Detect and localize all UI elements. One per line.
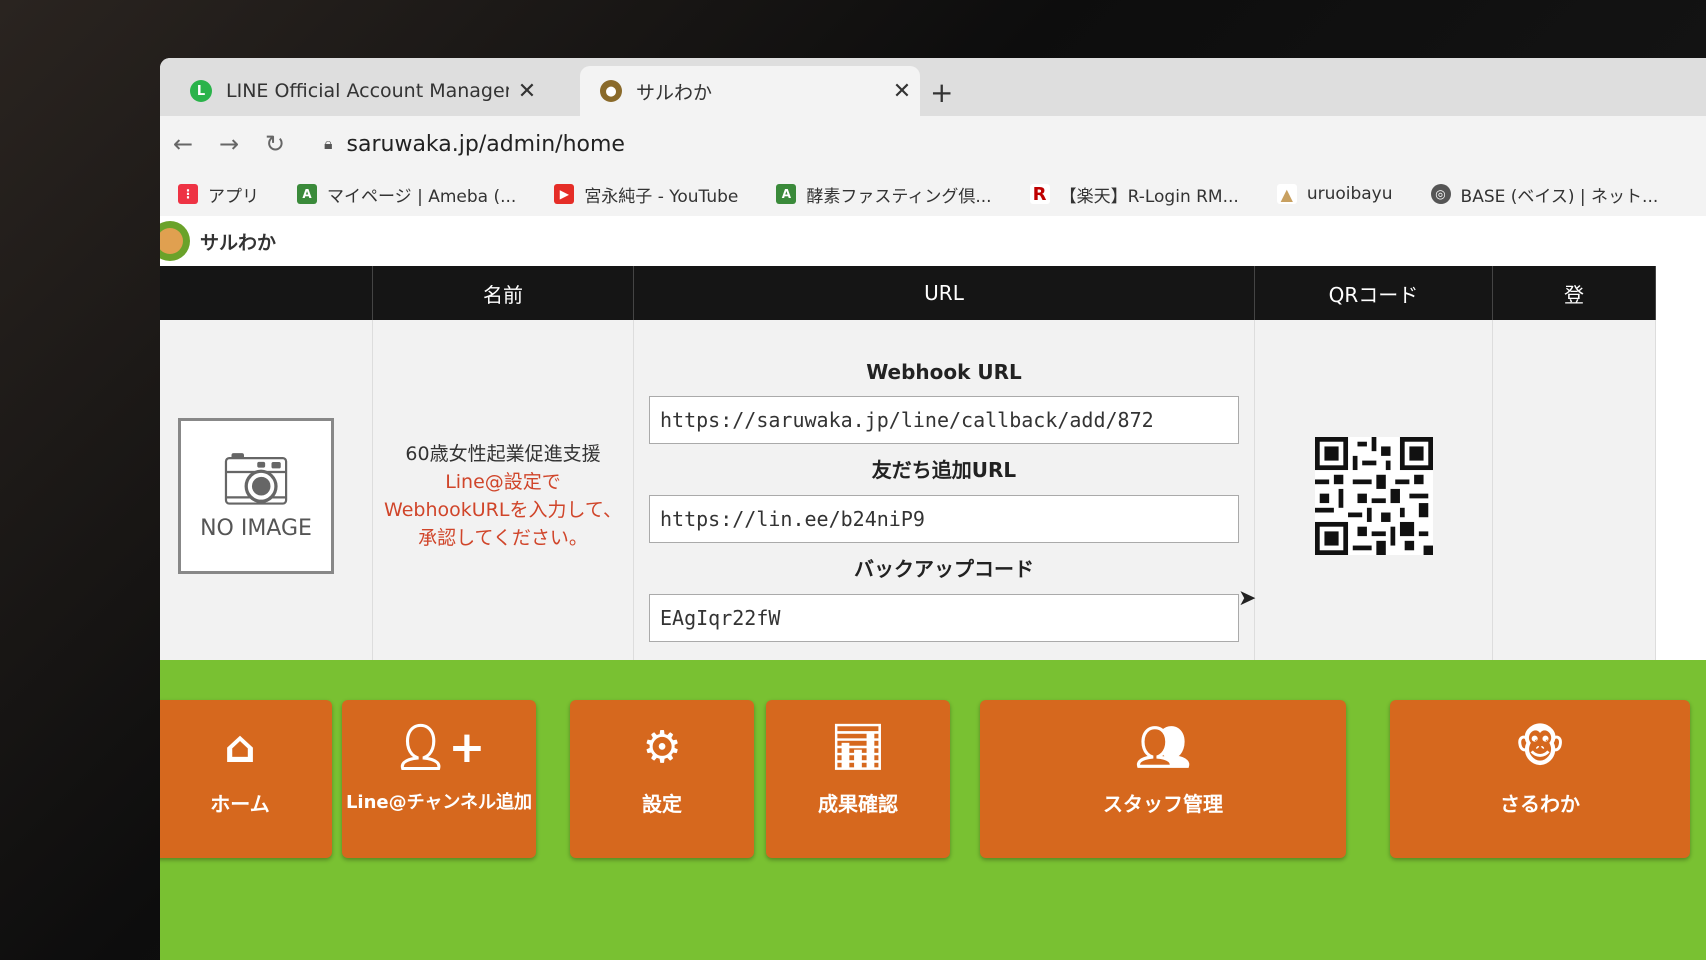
address-bar[interactable]: 🔒︎ saruwaka.jp/admin/home (310, 124, 1538, 164)
header-image (160, 266, 373, 320)
bookmark-apps[interactable]: ⋮ アプリ (178, 182, 259, 207)
home-icon: ⌂ (224, 722, 256, 773)
bookmark-base[interactable]: ◎ BASE (ベイス) | ネット... (1430, 182, 1659, 207)
bookmark-label: uruoibayu (1306, 184, 1393, 204)
tent-icon: ▲ (1276, 184, 1297, 204)
qr-cell (1254, 320, 1493, 672)
friend-url-field[interactable] (649, 495, 1239, 543)
monkey-logo-icon[interactable] (160, 221, 190, 261)
staff-icon: 👥︎ (1135, 722, 1191, 773)
browser-toolbar: ← → ↻ 🔒︎ saruwaka.jp/admin/home (160, 116, 1706, 172)
settings-button-label: 設定 (642, 792, 682, 816)
settings-button[interactable]: ⚙ 設定 (570, 700, 754, 858)
bookmarks-bar: ⋮ アプリ A マイページ | Ameba (... ▶ 宮永純子 - YouT… (160, 172, 1706, 217)
url-cell: Webhook URL 友だち追加URL バックアップコード (633, 320, 1255, 672)
webhook-url-field[interactable] (649, 396, 1239, 444)
bookmark-label: 酵素ファスティング倶... (806, 186, 992, 207)
account-table: 名前 URL QRコード 登 📷︎ NO IMAGE 60歳女性起業促進支援 L… (160, 266, 1656, 672)
image-cell: 📷︎ NO IMAGE (160, 320, 373, 672)
no-image-placeholder: 📷︎ NO IMAGE (178, 418, 334, 574)
gear-icon: ⚙ (642, 722, 682, 773)
tab-line-manager[interactable]: L LINE Official Account Manager ✕ (170, 66, 545, 116)
results-button-label: 成果確認 (818, 792, 898, 816)
new-tab-button[interactable]: + (930, 76, 953, 109)
saruwaka-button[interactable]: 🐵︎ さるわか (1390, 700, 1690, 858)
bookmark-label: BASE (ベイス) | ネット... (1460, 186, 1659, 207)
tab-title: LINE Official Account Manager (226, 80, 509, 102)
mouse-cursor-icon: ➤ (1238, 586, 1257, 611)
bookmark-uruoibayu[interactable]: ▲ uruoibayu (1276, 184, 1393, 204)
site-header: サルわか (160, 216, 1706, 266)
url-text: saruwaka.jp/admin/home (346, 131, 625, 157)
webhook-url-label: Webhook URL (866, 360, 1022, 384)
table-header-row: 名前 URL QRコード 登 (160, 266, 1656, 320)
reload-icon[interactable]: ↻ (252, 130, 298, 158)
close-tab-icon[interactable]: ✕ (884, 79, 920, 104)
bookmark-rakuten[interactable]: R 【楽天】R-Login RM... (1029, 182, 1239, 207)
browser-window: L LINE Official Account Manager ✕ ● サルわか… (160, 58, 1706, 960)
lock-icon: 🔒︎ (324, 134, 333, 153)
youtube-icon: ▶ (554, 184, 575, 204)
backup-code-field[interactable] (649, 594, 1239, 642)
home-button-label: ホーム (210, 792, 270, 816)
presentation-icon: 📊︎ (830, 722, 886, 773)
backup-code-label: バックアップコード (854, 557, 1034, 581)
forward-icon[interactable]: → (206, 130, 252, 158)
rakuten-icon: R (1029, 184, 1050, 205)
action-bar: ⌂ ホーム 👤︎+ Line@チャンネル追加 ⚙ 設定 📊︎ 成果確認 👥︎ ス… (160, 660, 1706, 960)
apps-grid-icon: ⋮ (178, 184, 198, 204)
bookmark-label: マイページ | Ameba (... (327, 186, 517, 207)
bookmark-fasting[interactable]: A 酵素ファスティング倶... (776, 182, 992, 207)
globe-icon: ◎ (1430, 184, 1451, 204)
header-register: 登 (1492, 266, 1656, 320)
tab-saruwaka[interactable]: ● サルわか ✕ (580, 66, 920, 116)
name-cell: 60歳女性起業促進支援 Line@設定でWebhookURLを入力して、承認して… (372, 320, 634, 672)
staff-management-button-label: スタッフ管理 (1103, 792, 1223, 816)
friend-url-label: 友だち追加URL (871, 458, 1017, 482)
header-name: 名前 (372, 266, 634, 320)
tab-strip: L LINE Official Account Manager ✕ ● サルわか… (160, 58, 1706, 116)
close-tab-icon[interactable]: ✕ (509, 79, 545, 104)
site-logo-text[interactable]: サルわか (200, 228, 276, 255)
monkey-icon: 🐵︎ (1514, 722, 1566, 773)
tab-title: サルわか (636, 81, 713, 104)
bookmark-label: 宮永純子 - YouTube (584, 186, 739, 207)
no-image-text: NO IMAGE (200, 515, 312, 541)
bookmark-label: 【楽天】R-Login RM... (1059, 186, 1239, 207)
qr-code-icon (1314, 437, 1433, 555)
add-channel-button-label: Line@チャンネル追加 (345, 792, 533, 813)
add-channel-button[interactable]: 👤︎+ Line@チャンネル追加 (342, 700, 536, 858)
bookmark-label: アプリ (208, 186, 259, 207)
line-icon: L (190, 80, 212, 102)
saruwaka-button-label: さるわか (1500, 792, 1580, 816)
back-icon[interactable]: ← (160, 130, 206, 158)
results-button[interactable]: 📊︎ 成果確認 (766, 700, 950, 858)
saruwaka-icon: ● (600, 80, 622, 102)
bookmark-youtube[interactable]: ▶ 宮永純子 - YouTube (554, 182, 738, 207)
header-url: URL (633, 266, 1255, 320)
webhook-warning: Line@設定でWebhookURLを入力して、承認してください。 (384, 471, 622, 549)
bookmark-ameba[interactable]: A マイページ | Ameba (... (297, 182, 516, 207)
header-qr: QRコード (1254, 266, 1493, 320)
home-button[interactable]: ⌂ ホーム (160, 700, 332, 858)
ameba-icon: A (776, 184, 797, 204)
account-name: 60歳女性起業促進支援 (405, 443, 601, 465)
table-row: 📷︎ NO IMAGE 60歳女性起業促進支援 Line@設定でWebhookU… (160, 320, 1656, 672)
staff-management-button[interactable]: 👥︎ スタッフ管理 (980, 700, 1346, 858)
register-cell (1492, 320, 1656, 672)
ameba-icon: A (297, 184, 317, 204)
add-user-icon: 👤︎+ (392, 722, 486, 773)
camera-icon: 📷︎ (220, 446, 292, 512)
